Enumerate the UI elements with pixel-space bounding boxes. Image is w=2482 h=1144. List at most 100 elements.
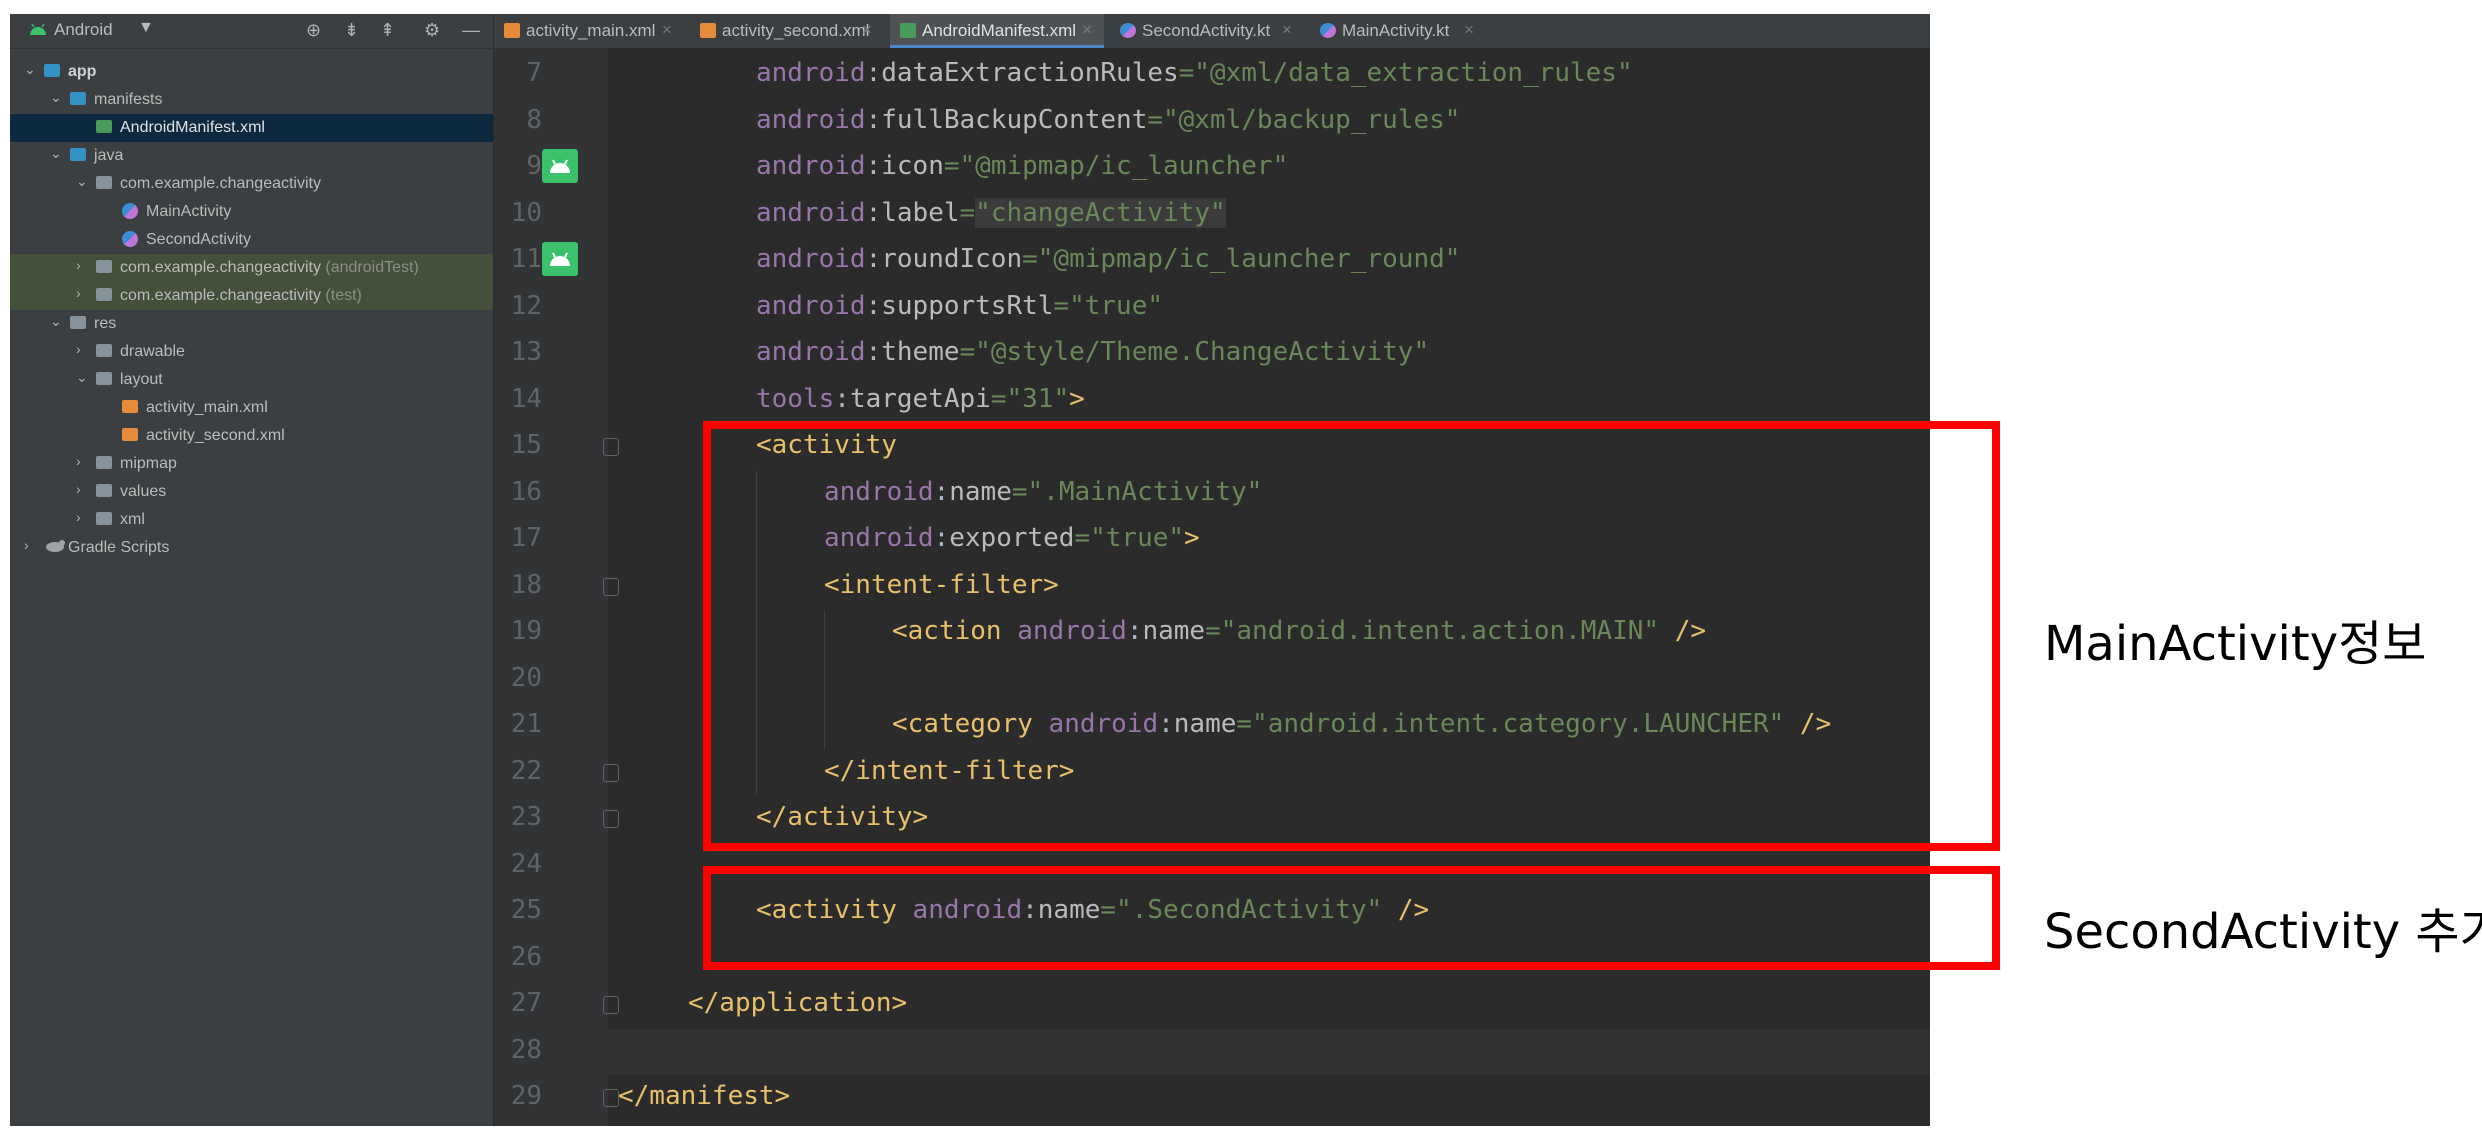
tab-activity-main-xml[interactable]: activity_main.xml × <box>494 14 684 48</box>
tree-item-activity-second-xml[interactable]: activity_second.xml <box>10 422 493 450</box>
collapse-all-icon[interactable]: ⇞ <box>380 20 395 41</box>
tree-item-label: java <box>94 147 124 164</box>
tab-label: MainActivity.kt <box>1342 21 1450 40</box>
chevron-down-icon[interactable]: ⌄ <box>50 89 62 106</box>
code-token: : <box>865 151 882 181</box>
close-icon[interactable]: × <box>1282 20 1292 40</box>
line-number: 26 <box>510 941 542 972</box>
tree-item-label: com.example.changeactivity <box>120 287 321 304</box>
xml-file-icon <box>122 400 138 413</box>
code-line: tools:targetApi="31"> <box>756 384 1085 414</box>
code-token: : <box>865 244 882 274</box>
tree-item-package-test[interactable]: › com.example.changeactivity (test) <box>10 282 493 310</box>
chevron-right-icon[interactable]: › <box>76 257 81 273</box>
fold-marker-icon[interactable] <box>603 1089 619 1107</box>
tree-item-secondactivity[interactable]: SecondActivity <box>10 226 493 254</box>
tree-item-layout[interactable]: ⌄ layout <box>10 366 493 394</box>
chevron-down-icon[interactable]: ⌄ <box>76 369 88 386</box>
close-icon[interactable]: × <box>662 20 672 40</box>
folder-icon <box>96 512 112 525</box>
gradle-icon <box>44 538 66 559</box>
tree-item-label: com.example.changeactivity <box>120 175 321 192</box>
project-view-selector[interactable]: Android <box>54 20 113 40</box>
xml-file-icon <box>122 428 138 441</box>
chevron-down-icon[interactable]: ⌄ <box>76 173 88 190</box>
tree-item-label: SecondActivity <box>146 231 251 248</box>
fold-marker-icon[interactable] <box>603 577 619 596</box>
folder-icon <box>96 484 112 497</box>
expand-all-icon[interactable]: ⇟ <box>344 20 359 41</box>
tree-item-label: com.example.changeactivity <box>120 259 321 276</box>
code-token: : <box>865 197 882 228</box>
folder-icon <box>96 344 112 357</box>
tree-item-java[interactable]: ⌄ java <box>10 142 493 170</box>
tab-label: activity_main.xml <box>526 21 656 40</box>
tree-item-gradle-scripts[interactable]: › Gradle Scripts <box>10 534 493 562</box>
locate-icon[interactable]: ⊕ <box>306 20 321 41</box>
chevron-right-icon[interactable]: › <box>76 341 81 357</box>
tree-item-label: MainActivity <box>146 203 232 220</box>
tab-secondactivity-kt[interactable]: SecondActivity.kt × <box>1110 14 1304 48</box>
fold-marker-icon[interactable] <box>603 810 619 828</box>
chevron-right-icon[interactable]: › <box>76 285 81 301</box>
code-token: android <box>756 337 866 367</box>
tree-item-app[interactable]: ⌄ app <box>10 58 493 86</box>
line-number: 15 <box>510 430 542 460</box>
close-icon[interactable]: × <box>862 20 872 40</box>
android-resource-icon[interactable] <box>542 242 578 276</box>
code-token: : <box>865 104 882 135</box>
chevron-right-icon[interactable]: › <box>76 453 81 469</box>
tab-mainactivity-kt[interactable]: MainActivity.kt × <box>1310 14 1486 48</box>
line-number: 18 <box>510 569 542 600</box>
tree-item-res[interactable]: ⌄ res <box>10 310 493 338</box>
tree-item-values[interactable]: › values <box>10 478 493 506</box>
tree-item-mipmap[interactable]: › mipmap <box>10 450 493 478</box>
line-number: 22 <box>510 755 542 786</box>
tab-androidmanifest-xml[interactable]: AndroidManifest.xml × <box>890 14 1104 48</box>
close-icon[interactable]: × <box>1464 20 1474 40</box>
code-token: dataExtractionRules <box>881 58 1179 88</box>
fold-marker-icon[interactable] <box>603 996 619 1014</box>
chevron-right-icon[interactable]: › <box>24 537 29 553</box>
tab-label: AndroidManifest.xml <box>922 21 1077 40</box>
tree-item-package-main[interactable]: ⌄ com.example.changeactivity <box>10 170 493 198</box>
chevron-down-icon[interactable]: ⌄ <box>50 145 62 162</box>
kotlin-file-icon <box>1320 23 1336 38</box>
tab-label: SecondActivity.kt <box>1142 21 1271 40</box>
chevron-down-icon[interactable]: ⌄ <box>50 313 62 330</box>
tree-item-activity-main-xml[interactable]: activity_main.xml <box>10 394 493 422</box>
tree-item-package-androidtest[interactable]: › com.example.changeactivity (androidTest… <box>10 254 493 282</box>
tree-item-label: app <box>68 63 97 80</box>
chevron-down-icon[interactable]: ▼ <box>138 19 154 37</box>
code-token: targetApi <box>849 383 991 414</box>
code-token: ="@style/Theme.ChangeActivity" <box>959 337 1430 367</box>
tree-item-xml[interactable]: › xml <box>10 506 493 534</box>
tree-item-androidmanifest[interactable]: AndroidManifest.xml <box>10 114 493 142</box>
close-icon[interactable]: × <box>1082 20 1092 40</box>
package-icon <box>96 176 112 189</box>
code-line: android:icon="@mipmap/ic_launcher" <box>756 151 1288 181</box>
gear-icon[interactable]: ⚙ <box>424 20 440 41</box>
line-number: 21 <box>510 709 542 739</box>
chevron-right-icon[interactable]: › <box>76 481 81 497</box>
tree-item-drawable[interactable]: › drawable <box>10 338 493 366</box>
fold-marker-icon[interactable] <box>603 763 619 782</box>
line-number: 16 <box>510 476 542 507</box>
tree-item-manifests[interactable]: ⌄ manifests <box>10 86 493 114</box>
package-icon <box>96 288 112 301</box>
fold-marker-icon[interactable] <box>603 438 619 456</box>
tab-activity-second-xml[interactable]: activity_second.xml × <box>690 14 884 48</box>
line-number: 9 <box>526 151 542 181</box>
tree-item-mainactivity[interactable]: MainActivity <box>10 198 493 226</box>
project-panel: Android ▼ ⊕ ⇟ ⇞ ⚙ — ⌄ app ⌄ manifests Androi… <box>10 14 494 1126</box>
tree-item-label: activity_second.xml <box>146 427 285 444</box>
code-token: android <box>756 244 866 274</box>
android-resource-icon[interactable] <box>542 149 578 183</box>
chevron-right-icon[interactable]: › <box>76 509 81 525</box>
chevron-down-icon[interactable]: ⌄ <box>24 61 36 78</box>
code-token: android <box>756 197 866 228</box>
minimize-icon[interactable]: — <box>462 20 480 41</box>
code-line: android:supportsRtl="true" <box>756 291 1163 321</box>
line-number: 28 <box>510 1034 542 1065</box>
line-number: 7 <box>526 58 542 88</box>
